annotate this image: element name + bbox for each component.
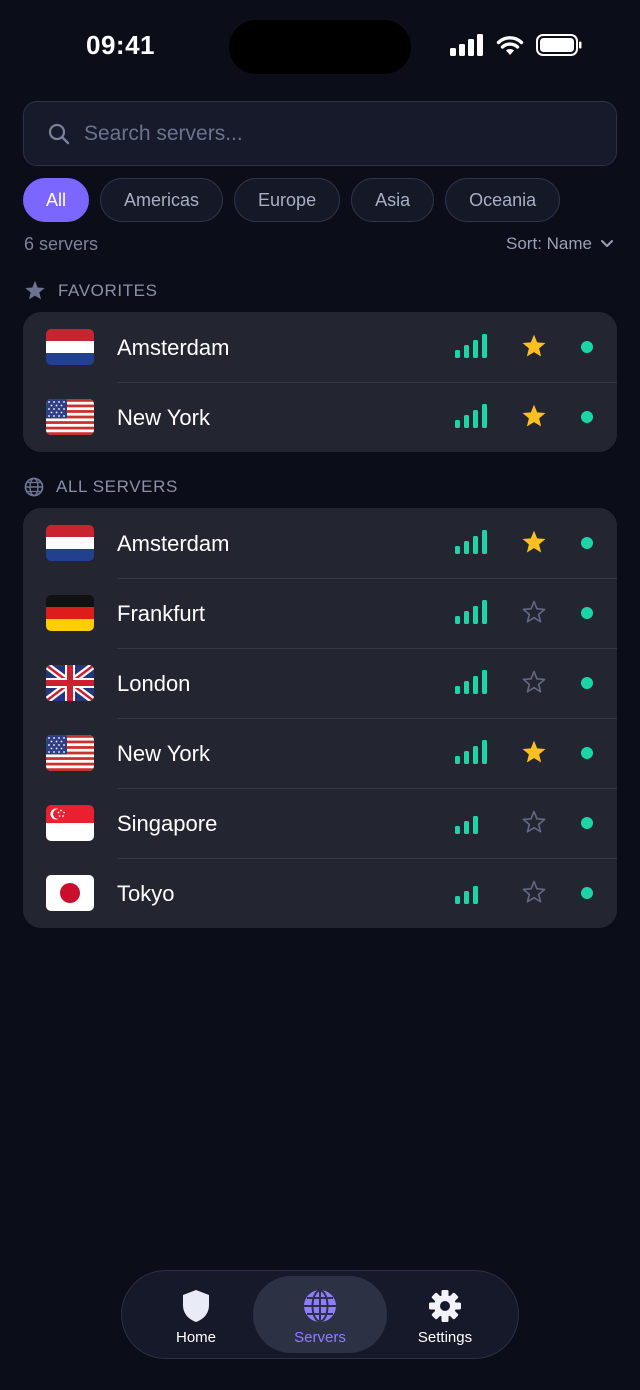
signal-strength-icon bbox=[455, 404, 487, 428]
online-status-dot bbox=[581, 817, 593, 829]
netherlands-flag-icon bbox=[46, 329, 94, 365]
favorite-star-filled-icon[interactable] bbox=[521, 529, 547, 555]
server-count: 6 servers bbox=[24, 234, 99, 254]
star-icon bbox=[25, 280, 45, 300]
online-status-dot bbox=[581, 887, 593, 899]
server-city: New York bbox=[117, 405, 210, 430]
online-status-dot bbox=[581, 677, 593, 689]
favorite-star-filled-icon[interactable] bbox=[521, 403, 547, 429]
chevron-down-icon bbox=[601, 240, 613, 247]
server-city: Amsterdam bbox=[117, 335, 230, 360]
signal-strength-icon bbox=[455, 600, 487, 624]
signal-strength-icon bbox=[455, 886, 478, 904]
filter-chip-europe[interactable]: Europe bbox=[234, 178, 341, 222]
cellular-signal-icon bbox=[450, 34, 483, 56]
search-input[interactable] bbox=[84, 121, 564, 146]
favorites-title: FAVORITES bbox=[58, 280, 158, 300]
globe-icon bbox=[24, 477, 44, 497]
favorites-list: Amsterdam New York bbox=[23, 312, 617, 452]
all-servers-title: ALL SERVERS bbox=[56, 477, 178, 496]
list-meta: 6 servers Sort: Name bbox=[24, 234, 616, 258]
status-bar: 09:41 bbox=[0, 0, 640, 96]
filter-chip-all[interactable]: All bbox=[23, 178, 90, 222]
server-row-frankfurt[interactable]: Frankfurt bbox=[23, 578, 617, 648]
dynamic-island bbox=[229, 20, 411, 74]
favorite-star-outline-icon[interactable] bbox=[521, 879, 547, 905]
bottom-tab-bar: Home Servers Settings bbox=[121, 1270, 519, 1359]
online-status-dot bbox=[581, 411, 593, 423]
server-row-new-york-favorite[interactable]: New York bbox=[23, 382, 617, 452]
server-city: Frankfurt bbox=[117, 601, 206, 626]
favorite-star-outline-icon[interactable] bbox=[521, 599, 547, 625]
server-city: Singapore bbox=[117, 811, 218, 836]
filter-chip-oceania[interactable]: Oceania bbox=[445, 178, 561, 222]
server-row-amsterdam[interactable]: Amsterdam bbox=[23, 508, 617, 578]
online-status-dot bbox=[581, 537, 593, 549]
favorites-header: FAVORITES bbox=[24, 280, 158, 301]
region-filter-chips: All Americas Europe Asia Oceania bbox=[23, 178, 561, 222]
server-city: Tokyo bbox=[117, 881, 175, 906]
battery-icon bbox=[536, 34, 582, 56]
tab-label: Home bbox=[175, 1329, 216, 1346]
server-row-amsterdam-favorite[interactable]: Amsterdam bbox=[23, 312, 617, 382]
status-icons bbox=[450, 34, 582, 56]
wifi-icon bbox=[496, 36, 524, 55]
signal-strength-icon bbox=[455, 740, 487, 764]
uk-flag-icon bbox=[46, 665, 94, 701]
online-status-dot bbox=[581, 607, 593, 619]
all-servers-list: Amsterdam Frankfurt London New York Sing… bbox=[23, 508, 617, 928]
filter-chip-americas[interactable]: Americas bbox=[100, 178, 224, 222]
server-row-tokyo[interactable]: Tokyo bbox=[23, 858, 617, 928]
status-time: 09:41 bbox=[86, 30, 155, 60]
usa-flag-icon bbox=[46, 399, 94, 435]
search-bar[interactable] bbox=[23, 101, 617, 166]
tab-servers[interactable]: Servers bbox=[253, 1276, 387, 1353]
favorite-star-outline-icon[interactable] bbox=[521, 809, 547, 835]
tab-settings[interactable]: Settings bbox=[378, 1276, 512, 1353]
germany-flag-icon bbox=[46, 595, 94, 631]
filter-chip-asia[interactable]: Asia bbox=[351, 178, 435, 222]
favorite-star-filled-icon[interactable] bbox=[521, 739, 547, 765]
signal-strength-icon bbox=[455, 670, 487, 694]
shield-icon bbox=[183, 1290, 209, 1322]
signal-strength-icon bbox=[455, 816, 478, 834]
online-status-dot bbox=[581, 747, 593, 759]
signal-strength-icon bbox=[455, 530, 487, 554]
japan-flag-icon bbox=[46, 875, 94, 911]
netherlands-flag-icon bbox=[46, 525, 94, 561]
server-row-london[interactable]: London bbox=[23, 648, 617, 718]
server-row-singapore[interactable]: Singapore bbox=[23, 788, 617, 858]
tab-label: Servers bbox=[294, 1329, 346, 1346]
server-city: New York bbox=[117, 741, 210, 766]
tab-label: Settings bbox=[417, 1329, 473, 1346]
server-city: Amsterdam bbox=[117, 531, 230, 556]
tab-home[interactable]: Home bbox=[129, 1276, 263, 1353]
search-icon bbox=[48, 123, 70, 144]
all-servers-header: ALL SERVERS bbox=[24, 477, 178, 497]
sort-label: Sort: Name bbox=[506, 234, 592, 253]
server-city: London bbox=[117, 671, 191, 696]
signal-strength-icon bbox=[455, 334, 487, 358]
usa-flag-icon bbox=[46, 735, 94, 771]
favorite-star-outline-icon[interactable] bbox=[521, 669, 547, 695]
gear-icon bbox=[429, 1290, 461, 1322]
singapore-flag-icon bbox=[46, 805, 94, 841]
globe-icon bbox=[304, 1289, 336, 1323]
server-row-new-york[interactable]: New York bbox=[23, 718, 617, 788]
sort-button[interactable]: Sort: Name bbox=[506, 234, 614, 254]
online-status-dot bbox=[581, 341, 593, 353]
favorite-star-filled-icon[interactable] bbox=[521, 333, 547, 359]
